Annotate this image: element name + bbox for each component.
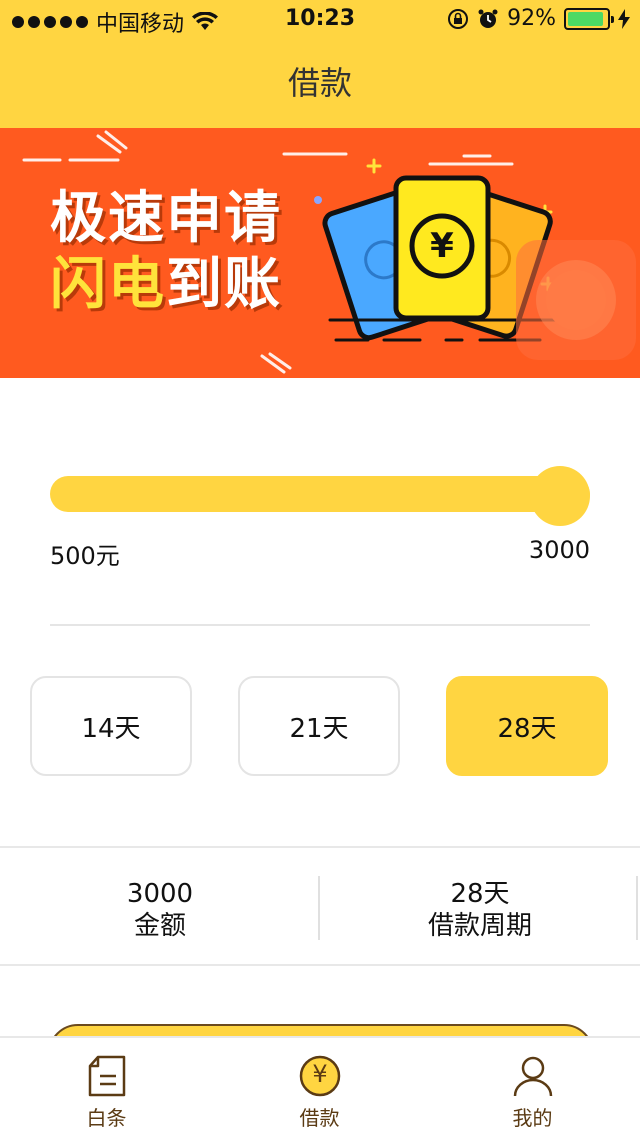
banner-slogan: 极速申请 闪电到账	[50, 186, 282, 318]
battery-fill	[568, 11, 603, 26]
summary-period-value: 28天	[450, 879, 510, 909]
slider-max-label: 3000	[528, 536, 590, 564]
battery-percent: 92%	[507, 6, 556, 31]
summary-period: 28天 借款周期	[320, 848, 640, 964]
status-bar: 中国移动 10:23 92%	[0, 0, 640, 40]
period-option-14[interactable]: 14天	[30, 676, 192, 776]
tab-loan[interactable]: ¥ 借款	[213, 1038, 426, 1136]
period-option-28[interactable]: 28天	[446, 676, 608, 776]
tab-label: 我的	[512, 1106, 553, 1130]
battery-icon	[564, 7, 614, 30]
slogan-rest: 到账	[166, 252, 282, 317]
document-icon	[88, 1055, 126, 1097]
loan-summary: 3000 金额 28天 借款周期	[0, 846, 640, 966]
status-right: 92%	[447, 6, 630, 31]
amount-slider-thumb[interactable]	[530, 466, 590, 526]
charging-icon	[618, 8, 630, 29]
alarm-icon	[478, 9, 498, 28]
summary-amount-value: 3000	[126, 879, 194, 909]
slider-min-label: 500元	[50, 542, 120, 570]
header: 中国移动 10:23 92% 借款	[0, 0, 640, 128]
summary-amount-label: 金额	[133, 911, 186, 941]
slogan-highlight: 闪电	[50, 252, 166, 317]
summary-period-label: 借款周期	[427, 911, 532, 941]
tab-baitiao[interactable]: 白条	[0, 1038, 213, 1136]
rotation-lock-icon	[448, 8, 469, 29]
tab-yuan-symbol: ¥	[312, 1060, 328, 1088]
period-option-21[interactable]: 21天	[238, 676, 400, 776]
ticket-yuan-symbol: ¥	[430, 226, 454, 266]
amount-slider-track[interactable]	[50, 476, 590, 512]
tab-label: 白条	[86, 1106, 127, 1130]
summary-amount: 3000 金额	[0, 848, 320, 964]
tab-label: 借款	[299, 1106, 340, 1130]
user-icon	[513, 1056, 553, 1097]
tab-mine[interactable]: 我的	[426, 1038, 639, 1136]
assistive-touch-button[interactable]	[516, 240, 636, 360]
tab-bar: 白条 ¥ 借款 我的	[0, 1036, 640, 1136]
divider	[50, 624, 590, 626]
page-title: 借款	[287, 64, 352, 102]
summary-separator-right	[636, 876, 638, 940]
slogan-line-2: 闪电到账	[50, 252, 282, 318]
slogan-line-1: 极速申请	[50, 186, 282, 251]
